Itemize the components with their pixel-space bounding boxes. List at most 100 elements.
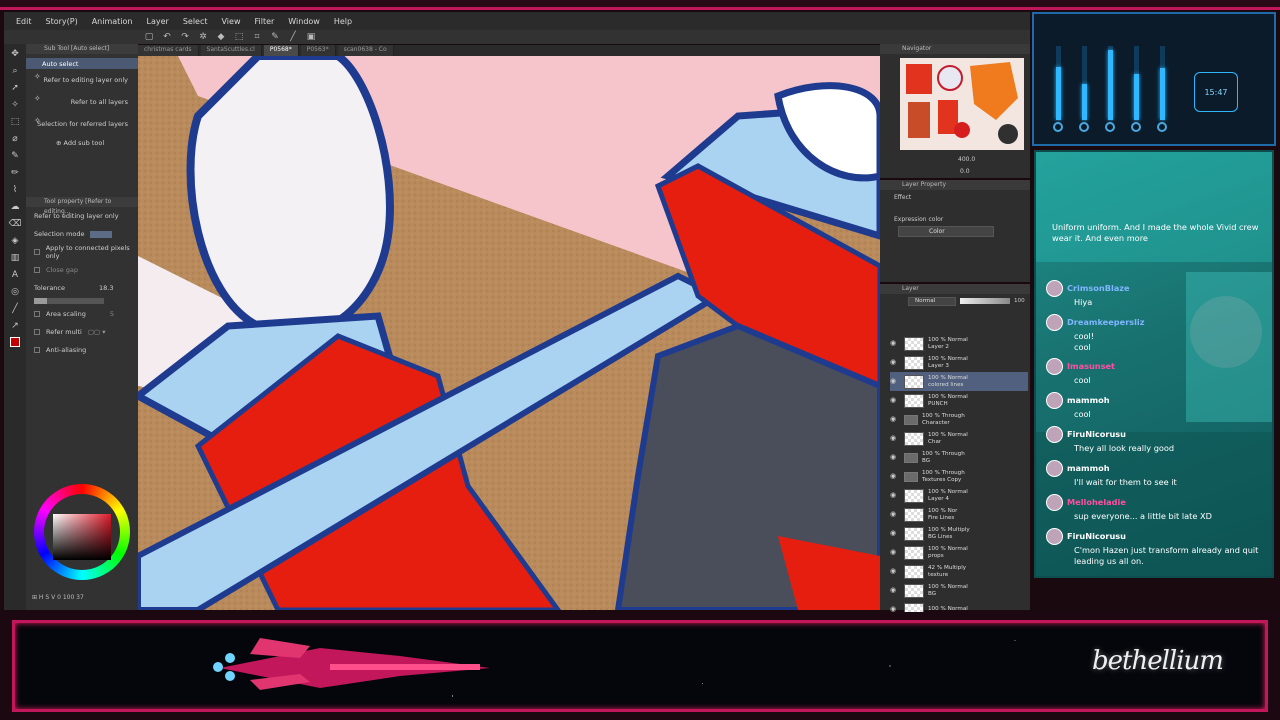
crop-icon[interactable]: ⌗ (252, 32, 262, 42)
apply-connected-checkbox[interactable] (34, 249, 40, 255)
layer-row[interactable]: ◉ 100 % Normal colored lines (890, 372, 1028, 391)
text-icon[interactable]: A (8, 269, 22, 281)
redo-icon[interactable]: ↷ (180, 32, 190, 42)
close-gap-checkbox[interactable] (34, 267, 40, 273)
layer-row[interactable]: ◉ 100 % Through Character (890, 410, 1028, 429)
correct-line-icon[interactable]: ↗ (8, 320, 22, 332)
layer-row[interactable]: ◉ 100 % Normal props (890, 543, 1028, 562)
layer-row[interactable]: ◉ 100 % Through BG (890, 448, 1028, 467)
menu-view[interactable]: View (222, 17, 241, 26)
color-square[interactable] (53, 514, 111, 560)
move-icon[interactable]: ✥ (8, 48, 22, 60)
subtool-referred[interactable]: ✧ Selection for referred layers (26, 113, 138, 135)
subtool-auto-select[interactable]: Auto select (26, 58, 138, 69)
pen-icon[interactable]: ✎ (8, 150, 22, 162)
add-sub-tool-button[interactable]: ⊕ Add sub tool (26, 135, 138, 151)
main-color-swatch[interactable] (10, 337, 20, 347)
eyedropper-icon[interactable]: ⌀ (8, 133, 22, 145)
layer-row[interactable]: ◉ 100 % Normal Layer 3 (890, 353, 1028, 372)
auto-select-icon[interactable]: ✧ (8, 99, 22, 111)
ruler-icon[interactable]: ╱ (8, 303, 22, 315)
layer-row[interactable]: ◉ 100 % Through Textures Copy (890, 467, 1028, 486)
close-gap-row[interactable]: Close gap (26, 261, 138, 279)
balloon-icon[interactable]: ◎ (8, 286, 22, 298)
subtool-refer-all[interactable]: ✧ Refer to all layers (26, 91, 138, 113)
selection-icon[interactable]: ⬚ (8, 116, 22, 128)
navigator-rotation[interactable]: 0.0 (960, 168, 970, 175)
selection-mode-buttons[interactable] (90, 230, 113, 238)
layer-row[interactable]: ◉ 100 % Normal Layer 2 (890, 334, 1028, 353)
eye-icon[interactable]: ◉ (890, 491, 896, 499)
eye-icon[interactable]: ◉ (890, 548, 896, 556)
area-scaling-label: Area scaling (46, 310, 86, 318)
eye-icon[interactable]: ◉ (890, 415, 896, 423)
undo-icon[interactable]: ↶ (162, 32, 172, 42)
layer-row[interactable]: ◉ 100 % Normal Char (890, 429, 1028, 448)
eye-icon[interactable]: ◉ (890, 434, 896, 442)
tab-santa[interactable]: SantaScuttles.cl (200, 45, 262, 56)
eraser-icon[interactable]: ⌫ (8, 218, 22, 230)
apply-connected-row[interactable]: Apply to connected pixels only (26, 243, 138, 261)
zoom-icon[interactable]: ⌕ (8, 65, 22, 77)
layer-row[interactable]: ◉ 100 % Normal PUNCH (890, 391, 1028, 410)
tab-christmas[interactable]: christmas cards (138, 45, 199, 56)
expression-color-select[interactable]: Color (898, 226, 994, 237)
pencil-icon[interactable]: ✏ (8, 167, 22, 179)
navigator-thumbnail[interactable] (900, 58, 1024, 150)
operation-icon[interactable]: ➚ (8, 82, 22, 94)
anti-aliasing-checkbox[interactable] (34, 347, 40, 353)
eye-icon[interactable]: ◉ (890, 586, 896, 594)
layer-row[interactable]: ◉ 100 % Normal Layer 4 (890, 486, 1028, 505)
tab-scan[interactable]: scan0638 - Co (337, 45, 394, 56)
selection-mode-row[interactable]: Selection mode (26, 225, 138, 243)
eye-icon[interactable]: ◉ (890, 453, 896, 461)
anti-aliasing-row[interactable]: Anti-aliasing (26, 341, 138, 359)
menu-filter[interactable]: Filter (254, 17, 274, 26)
brush-icon[interactable]: ⌇ (8, 184, 22, 196)
eye-icon[interactable]: ◉ (890, 529, 896, 537)
eye-icon[interactable]: ◉ (890, 510, 896, 518)
pen-icon[interactable]: ✎ (270, 32, 280, 42)
new-file-icon[interactable]: ▢ (144, 32, 154, 42)
menu-edit[interactable]: Edit (16, 17, 32, 26)
tolerance-slider[interactable] (34, 298, 104, 304)
settings-icon[interactable]: ✲ (198, 32, 208, 42)
menu-help[interactable]: Help (334, 17, 352, 26)
fill-icon[interactable]: ◈ (8, 235, 22, 247)
refer-multi-checkbox[interactable] (34, 329, 40, 335)
eye-icon[interactable]: ◉ (890, 567, 896, 575)
tolerance-row[interactable]: Tolerance 18.3 (26, 279, 138, 297)
airbrush-icon[interactable]: ☁ (8, 201, 22, 213)
menu-story[interactable]: Story(P) (46, 17, 78, 26)
area-scaling-checkbox[interactable] (34, 311, 40, 317)
area-scaling-row[interactable]: Area scaling 5 (26, 305, 138, 323)
layer-row[interactable]: ◉ 42 % Multiply texture (890, 562, 1028, 581)
menu-animation[interactable]: Animation (92, 17, 133, 26)
menu-window[interactable]: Window (288, 17, 320, 26)
refer-multi-row[interactable]: Refer multi ▢▢ ▾ (26, 323, 138, 341)
gradient-icon[interactable]: ▥ (8, 252, 22, 264)
layer-row[interactable]: ◉ 100 % Multiply BG Lines (890, 524, 1028, 543)
subtool-refer-editing[interactable]: ✧ Refer to editing layer only (26, 69, 138, 91)
tab-p0563[interactable]: P0563* (300, 45, 336, 56)
eye-icon[interactable]: ◉ (890, 472, 896, 480)
eye-icon[interactable]: ◉ (890, 377, 896, 385)
fill-icon[interactable]: ◆ (216, 32, 226, 42)
eye-icon[interactable]: ◉ (890, 339, 896, 347)
tab-p0568[interactable]: P0568* (263, 45, 299, 56)
layer-row[interactable]: ◉ 100 % Nor Fire Lines (890, 505, 1028, 524)
layer-row[interactable]: ◉ 100 % Normal BG (890, 581, 1028, 600)
line-icon[interactable]: ╱ (288, 32, 298, 42)
drawing-canvas[interactable] (138, 56, 880, 610)
transform-icon[interactable]: ⬚ (234, 32, 244, 42)
eye-icon[interactable]: ◉ (890, 358, 896, 366)
opacity-slider[interactable] (960, 298, 1010, 304)
menu-select[interactable]: Select (183, 17, 208, 26)
layer-info: 100 % Normal Layer 2 (928, 337, 968, 351)
blend-mode-select[interactable]: Normal (908, 296, 956, 306)
menu-layer[interactable]: Layer (147, 17, 169, 26)
navigator-zoom[interactable]: 400.0 (958, 156, 975, 163)
chat-text: cool! cool (1074, 331, 1095, 352)
eye-icon[interactable]: ◉ (890, 396, 896, 404)
frame-icon[interactable]: ▣ (306, 32, 316, 42)
